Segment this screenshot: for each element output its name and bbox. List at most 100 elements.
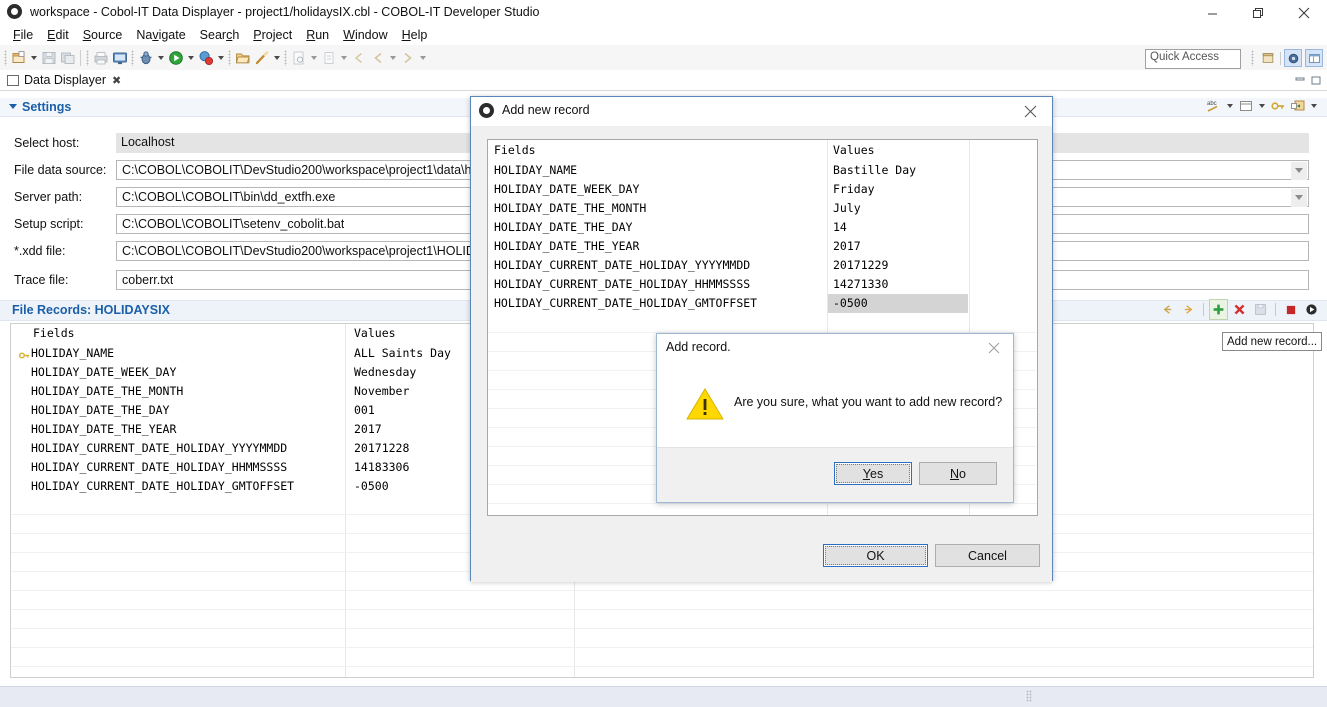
setting-value: C:\COBOL\COBOLIT\DevStudio200\workspace\… xyxy=(122,163,478,177)
record-field-value: -0500 xyxy=(833,296,868,310)
menu-navigate[interactable]: Navigate xyxy=(129,27,192,43)
minimize-icon[interactable] xyxy=(1189,0,1235,26)
perspective-debug-icon[interactable] xyxy=(1284,49,1302,67)
record-field-name: HOLIDAY_CURRENT_DATE_HOLIDAY_HHMMSSSS xyxy=(31,460,287,474)
open-perspective-icon[interactable] xyxy=(1259,49,1277,67)
quick-access-input[interactable]: Quick Access xyxy=(1145,49,1241,69)
record-field-value: July xyxy=(833,201,861,215)
record-value-cell[interactable] xyxy=(828,218,968,237)
dialog-table-row[interactable]: HOLIDAY_DATE_THE_YEAR 2017 xyxy=(488,237,1037,256)
yes-button[interactable]: Yes xyxy=(834,462,912,485)
record-field-name: HOLIDAY_NAME xyxy=(31,346,114,360)
chevron-down-icon-3[interactable] xyxy=(1308,96,1319,117)
confirm-message: Are you sure, what you want to add new r… xyxy=(734,395,1002,409)
dialog-table-row[interactable]: HOLIDAY_CURRENT_DATE_HOLIDAY_GMTOFFSET -… xyxy=(488,294,1037,313)
export-icon[interactable] xyxy=(1288,96,1307,117)
open-folder-icon[interactable] xyxy=(233,47,252,68)
cancel-button[interactable]: Cancel xyxy=(935,544,1040,567)
record-field-name: HOLIDAY_DATE_THE_YEAR xyxy=(494,239,639,253)
menu-help[interactable]: Help xyxy=(395,27,435,43)
menu-project[interactable]: Project xyxy=(246,27,299,43)
save-icon[interactable] xyxy=(39,47,58,68)
setting-label: Setup script: xyxy=(14,217,83,231)
add-record-button[interactable] xyxy=(1209,299,1228,320)
forward-icon[interactable] xyxy=(398,47,417,68)
chevron-down-icon[interactable] xyxy=(1224,96,1235,117)
record-field-name: HOLIDAY_CURRENT_DATE_HOLIDAY_YYYYMMDD xyxy=(31,441,287,455)
perspective-drag-handle[interactable] xyxy=(1251,50,1254,66)
toolbar-drag-handle-4[interactable] xyxy=(228,50,231,66)
console-icon[interactable] xyxy=(110,47,129,68)
close-icon[interactable] xyxy=(1281,0,1327,26)
dialog-table-row[interactable]: HOLIDAY_CURRENT_DATE_HOLIDAY_YYYYMMDD 20… xyxy=(488,256,1037,275)
perspective-cobol-icon[interactable] xyxy=(1305,49,1323,67)
restore-icon[interactable] xyxy=(1235,0,1281,26)
dialog-close-icon[interactable] xyxy=(1008,97,1052,126)
tab-close-icon[interactable]: ✖ xyxy=(112,74,121,87)
abc-spellcheck-icon[interactable]: abc xyxy=(1204,96,1223,117)
menu-file[interactable]: File xyxy=(6,27,40,43)
ok-label: OK xyxy=(866,549,884,563)
primary-key-icon xyxy=(19,349,30,358)
records-toolbar xyxy=(1158,301,1321,318)
dialog-table-row[interactable]: HOLIDAY_CURRENT_DATE_HOLIDAY_HHMMSSSS 14… xyxy=(488,275,1037,294)
new-file-icon[interactable] xyxy=(9,47,28,68)
record-field-value: 001 xyxy=(354,403,375,417)
collapse-twisty-icon[interactable] xyxy=(9,104,17,109)
perspective-switcher xyxy=(1249,48,1323,68)
new-file-dropdown-icon[interactable] xyxy=(28,47,39,68)
delete-record-button[interactable] xyxy=(1230,299,1249,320)
dialog-table-row[interactable]: HOLIDAY_DATE_THE_DAY 14 xyxy=(488,218,1037,237)
menu-source[interactable]: Source xyxy=(76,27,130,43)
key-icon[interactable] xyxy=(1268,96,1287,117)
profile-dropdown-icon[interactable] xyxy=(215,47,226,68)
debug-icon[interactable] xyxy=(136,47,155,68)
search-dropdown-icon[interactable] xyxy=(308,47,319,68)
confirm-content: Are you sure, what you want to add new r… xyxy=(657,362,1013,450)
build-dropdown-icon[interactable] xyxy=(271,47,282,68)
forward-dropdown-icon[interactable] xyxy=(417,47,428,68)
resize-grip[interactable] xyxy=(1026,690,1032,702)
menu-window[interactable]: Window xyxy=(336,27,394,43)
print-icon[interactable] xyxy=(91,47,110,68)
toolbar-drag-handle[interactable] xyxy=(4,50,7,66)
next-record-button[interactable] xyxy=(1179,299,1198,320)
window-icon[interactable] xyxy=(1236,96,1255,117)
toolbar-drag-handle-5[interactable] xyxy=(284,50,287,66)
menu-run[interactable]: Run xyxy=(299,27,336,43)
chevron-down-icon-2[interactable] xyxy=(1256,96,1267,117)
next-annotation-dropdown-icon[interactable] xyxy=(338,47,349,68)
ok-button[interactable]: OK xyxy=(823,544,928,567)
run-icon[interactable] xyxy=(166,47,185,68)
dialog-table-row[interactable]: HOLIDAY_NAME Bastille Day xyxy=(488,161,1037,180)
run-dropdown-icon[interactable] xyxy=(185,47,196,68)
toolbar-drag-handle-3[interactable] xyxy=(131,50,134,66)
back-history-icon[interactable] xyxy=(349,47,368,68)
next-annotation-icon[interactable] xyxy=(319,47,338,68)
profile-icon[interactable] xyxy=(196,47,215,68)
previous-record-button[interactable] xyxy=(1158,299,1177,320)
debug-dropdown-icon[interactable] xyxy=(155,47,166,68)
stop-button[interactable] xyxy=(1281,299,1300,320)
setting-value: C:\COBOL\COBOLIT\setenv_cobolit.bat xyxy=(122,217,344,231)
menu-search[interactable]: Search xyxy=(193,27,247,43)
confirm-close-icon[interactable] xyxy=(977,337,1011,359)
back-dropdown-icon[interactable] xyxy=(387,47,398,68)
build-wand-icon[interactable] xyxy=(252,47,271,68)
toolbar-drag-handle-2[interactable] xyxy=(86,50,89,66)
menu-edit[interactable]: Edit xyxy=(40,27,76,43)
view-minimize-icon[interactable] xyxy=(1295,74,1305,83)
run-button[interactable] xyxy=(1302,299,1321,320)
dialog-table-row[interactable]: HOLIDAY_DATE_WEEK_DAY Friday xyxy=(488,180,1037,199)
view-maximize-icon[interactable] xyxy=(1311,74,1321,83)
record-field-value: November xyxy=(354,384,409,398)
tab-data-displayer[interactable]: Data Displayer ✖ xyxy=(2,70,126,92)
record-field-name: HOLIDAY_DATE_THE_DAY xyxy=(31,403,169,417)
save-record-button[interactable] xyxy=(1251,299,1270,320)
save-all-icon[interactable] xyxy=(58,47,77,68)
back-icon[interactable] xyxy=(368,47,387,68)
cancel-label: Cancel xyxy=(968,549,1007,563)
search-resource-icon[interactable] xyxy=(289,47,308,68)
no-button[interactable]: No xyxy=(919,462,997,485)
dialog-table-row[interactable]: HOLIDAY_DATE_THE_MONTH July xyxy=(488,199,1037,218)
